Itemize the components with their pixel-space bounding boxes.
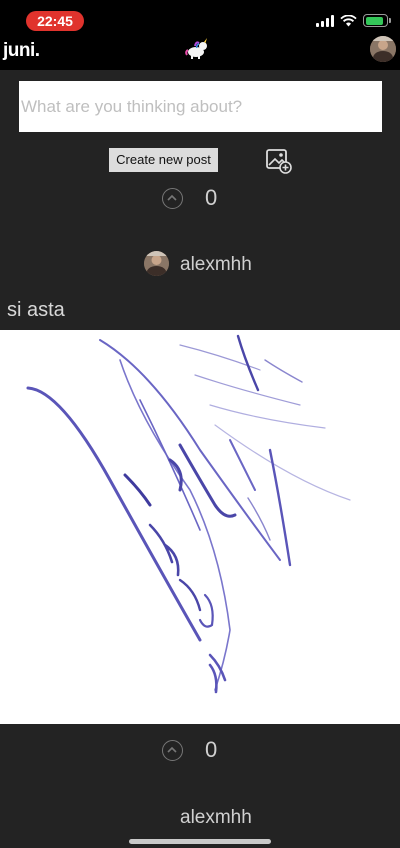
upvote-icon[interactable] <box>162 740 183 761</box>
app-header: juni. <box>0 36 400 70</box>
vote-count: 0 <box>205 737 218 762</box>
post-author[interactable]: alexmhh <box>0 251 400 281</box>
author-name[interactable]: alexmhh <box>180 807 252 829</box>
vote-row: 0 <box>0 184 400 214</box>
vote-count: 0 <box>205 185 218 210</box>
next-post-author[interactable]: alexmhh <box>0 804 400 834</box>
post-vote-row: 0 <box>0 736 400 766</box>
upvote-icon[interactable] <box>162 188 183 209</box>
status-bar: 22:45 <box>0 0 400 36</box>
brand-name[interactable]: juni. <box>3 40 40 62</box>
post-input[interactable] <box>19 81 382 132</box>
status-time: 22:45 <box>26 11 84 31</box>
avatar[interactable] <box>144 251 169 276</box>
unicorn-icon[interactable] <box>184 38 210 60</box>
post-text: si asta <box>7 299 65 321</box>
author-name[interactable]: alexmhh <box>180 254 252 276</box>
cellular-signal-icon <box>316 14 334 27</box>
battery-icon <box>363 14 391 27</box>
home-indicator[interactable] <box>129 839 271 844</box>
add-photo-icon[interactable] <box>266 148 292 174</box>
wifi-icon <box>340 14 357 26</box>
status-icons <box>316 14 391 27</box>
post-image[interactable] <box>0 330 400 724</box>
profile-avatar[interactable] <box>370 36 396 62</box>
create-post-button[interactable]: Create new post <box>109 148 218 172</box>
